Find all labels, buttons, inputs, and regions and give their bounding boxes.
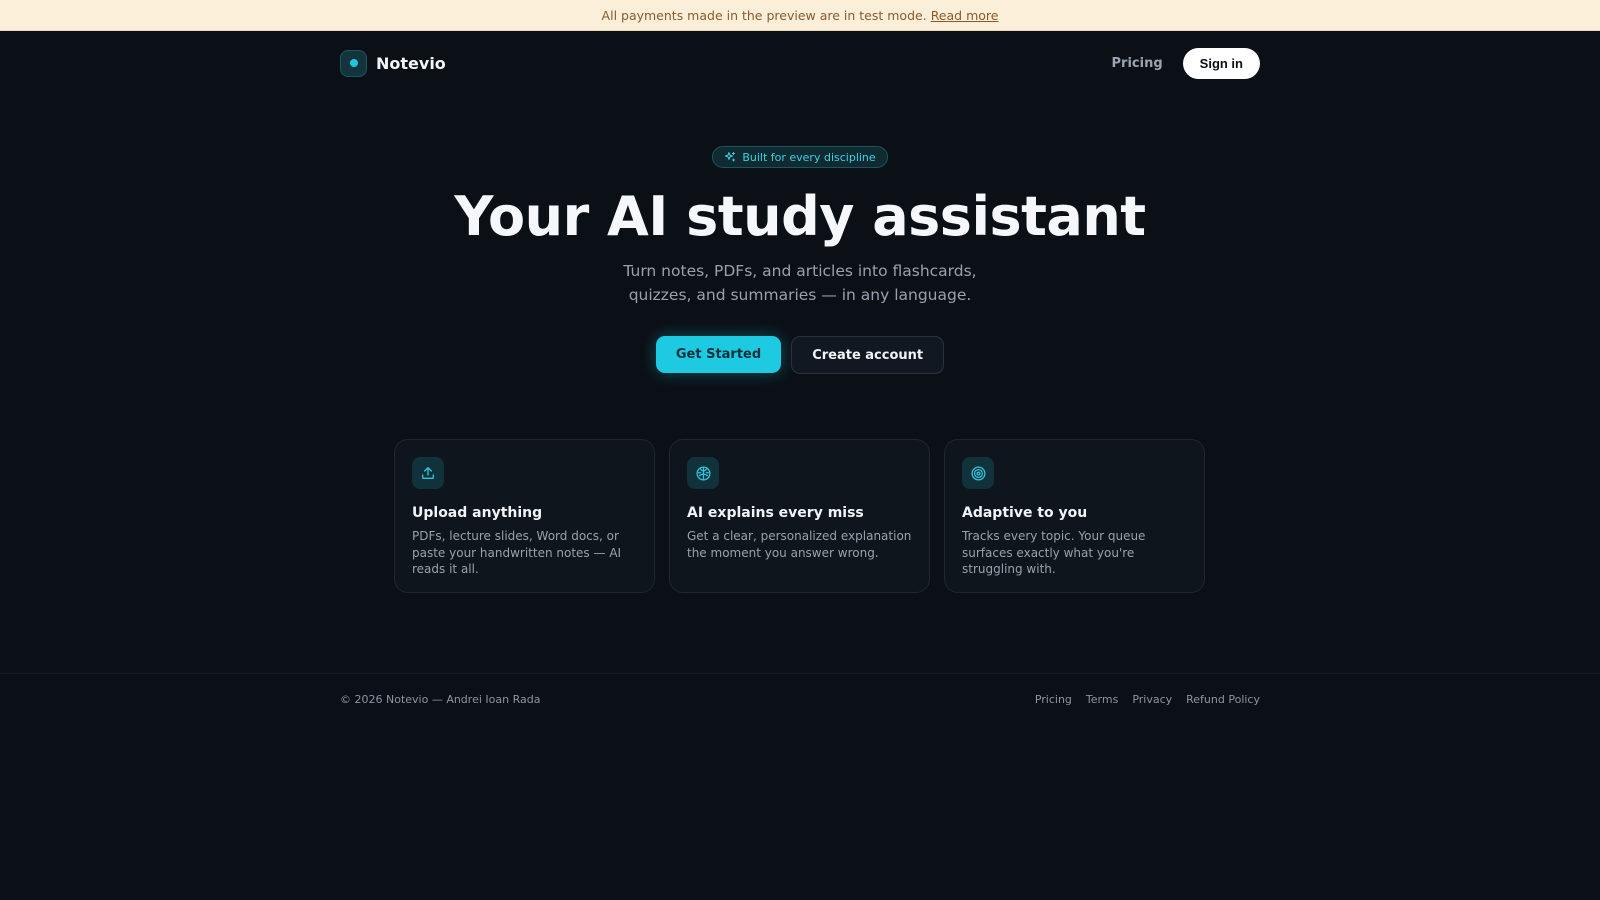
create-account-button[interactable]: Create account bbox=[791, 336, 945, 374]
hero-subtitle: Turn notes, PDFs, and articles into flas… bbox=[623, 262, 977, 304]
banner-text: All payments made in the preview are in … bbox=[601, 7, 927, 23]
feature-card-upload: Upload anything PDFs, lecture slides, Wo… bbox=[394, 439, 655, 593]
feature-description: Tracks every topic. Your queue surfaces … bbox=[962, 529, 1146, 576]
page-footer: © 2026 Notevio — Andrei Ioan Rada Pricin… bbox=[0, 673, 1600, 900]
footer-links: Pricing Terms Privacy Refund Policy bbox=[1035, 693, 1260, 706]
sparkles-icon bbox=[725, 152, 736, 162]
hero-ctas: Get Started Create account bbox=[0, 336, 1600, 374]
target-icon bbox=[962, 457, 994, 489]
test-mode-banner: All payments made in the preview are in … bbox=[0, 0, 1600, 31]
badge-label: Built for every discipline bbox=[742, 150, 876, 164]
copyright-text: © 2026 Notevio — Andrei Ioan Rada bbox=[340, 693, 541, 706]
nav-actions: Pricing Sign in bbox=[1112, 47, 1260, 79]
upload-icon bbox=[412, 457, 444, 489]
hero-section: Built for every discipline Your AI study… bbox=[0, 146, 1600, 374]
brain-icon bbox=[687, 457, 719, 489]
feature-title: Adaptive to you bbox=[962, 505, 1088, 521]
feature-description: Get a clear, personalized explanation th… bbox=[687, 529, 912, 560]
hero-title: Your AI study assistant bbox=[454, 185, 1146, 248]
logo-icon bbox=[340, 49, 367, 77]
footer-link-refund-policy[interactable]: Refund Policy bbox=[1186, 693, 1260, 706]
nav-pricing-link[interactable]: Pricing bbox=[1112, 56, 1163, 71]
footer-link-terms[interactable]: Terms bbox=[1086, 693, 1118, 706]
feature-card-explain: AI explains every miss Get a clear, pers… bbox=[669, 439, 930, 593]
discipline-badge: Built for every discipline bbox=[712, 146, 888, 168]
top-nav: Notevio Pricing Sign in bbox=[340, 47, 1260, 79]
brand-name: Notevio bbox=[376, 53, 446, 73]
feature-description: PDFs, lecture slides, Word docs, or past… bbox=[412, 529, 622, 576]
brand-logo[interactable]: Notevio bbox=[340, 49, 446, 77]
read-more-link[interactable]: Read more bbox=[931, 8, 999, 23]
feature-card-adaptive: Adaptive to you Tracks every topic. Your… bbox=[944, 439, 1205, 593]
feature-cards: Upload anything PDFs, lecture slides, Wo… bbox=[394, 439, 1206, 593]
footer-link-privacy[interactable]: Privacy bbox=[1132, 693, 1172, 706]
footer-link-pricing[interactable]: Pricing bbox=[1035, 693, 1072, 706]
feature-title: AI explains every miss bbox=[687, 505, 864, 521]
get-started-button[interactable]: Get Started bbox=[655, 336, 782, 373]
sign-in-button[interactable]: Sign in bbox=[1182, 47, 1260, 79]
feature-title: Upload anything bbox=[412, 505, 543, 521]
